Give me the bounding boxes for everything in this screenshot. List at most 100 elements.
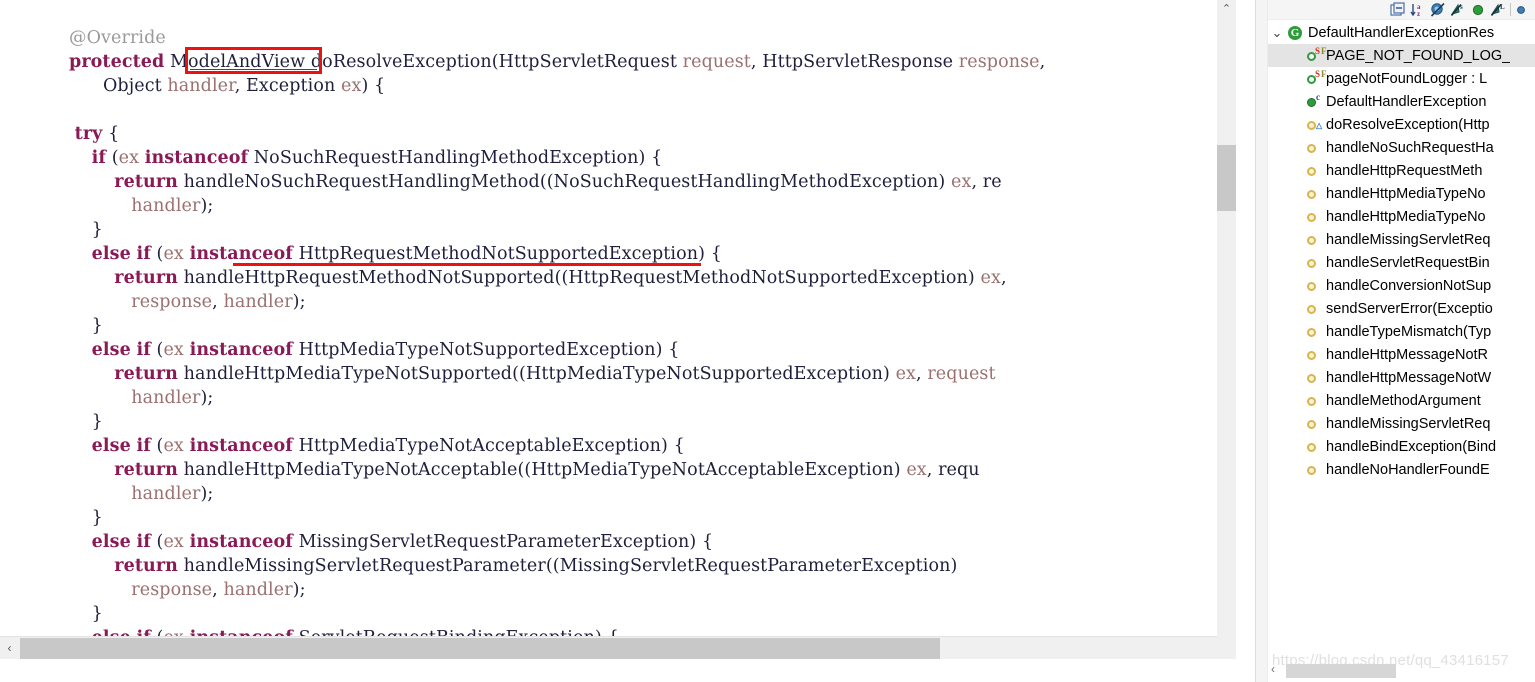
code-line: return handleMissingServletRequestParame…	[52, 554, 1045, 578]
code-line: handler);	[52, 194, 1045, 218]
protected-method-icon	[1304, 276, 1326, 296]
code-token: );	[292, 580, 306, 600]
vertical-scroll-thumb[interactable]	[1217, 145, 1236, 211]
code-token: ex	[163, 436, 184, 456]
outline-item-label: handleHttpMessageNotW	[1326, 369, 1492, 386]
code-token: HttpMediaTypeNotSupportedException) {	[292, 340, 680, 360]
code-token: return	[114, 172, 179, 192]
outline-item-label: handleNoSuchRequestHa	[1326, 139, 1494, 156]
code-line: else if (ex instanceof MissingServletReq…	[52, 530, 1045, 554]
outline-item-label: pageNotFoundLogger : L	[1326, 70, 1488, 87]
code-token: if	[136, 436, 151, 456]
code-token: return	[114, 460, 179, 480]
outline-item[interactable]: handleBindException(Bind	[1268, 435, 1535, 458]
code-token: , re	[971, 172, 1002, 192]
scroll-up-arrow-icon[interactable]: ⌃	[1217, 0, 1236, 19]
code-token: (	[150, 244, 164, 264]
outline-item[interactable]: handleConversionNotSup	[1268, 274, 1535, 297]
code-token: response	[958, 52, 1040, 72]
outline-tree[interactable]: ⌄ G DefaultHandlerExceptionRes S F PAGE_NOT_…	[1268, 21, 1535, 651]
hide-local-types-icon[interactable]: L	[1488, 1, 1507, 19]
code-token: else	[91, 340, 131, 360]
code-token: return	[114, 556, 179, 576]
outline-item[interactable]: handleHttpMediaTypeNo	[1268, 205, 1535, 228]
outline-item[interactable]: handleMissingServletReq	[1268, 228, 1535, 251]
code-token: (	[106, 148, 119, 168]
outline-item-label: handleHttpMessageNotR	[1326, 346, 1489, 363]
outline-item[interactable]: ⌄ G DefaultHandlerExceptionRes	[1268, 21, 1535, 44]
outline-item[interactable]: S F PAGE_NOT_FOUND_LOG_	[1268, 44, 1535, 67]
outline-item[interactable]: handleMethodArgument	[1268, 389, 1535, 412]
collapse-all-icon[interactable]	[1388, 1, 1407, 19]
code-token: , requ	[926, 460, 980, 480]
code-token: request	[927, 364, 996, 384]
protected-method-icon	[1304, 322, 1326, 342]
scroll-left-arrow-icon[interactable]: ‹	[0, 637, 19, 659]
editor-vertical-scrollbar[interactable]: ⌃ ⌄	[1217, 0, 1236, 659]
code-token: handleHttpRequestMethodNotSupported((Htt…	[178, 268, 981, 288]
editor-horizontal-scrollbar[interactable]: ‹ ›	[0, 636, 1236, 659]
code-line: else if (ex instanceof HttpMediaTypeNotS…	[52, 338, 1045, 362]
outline-horizontal-scroll-thumb[interactable]	[1286, 664, 1396, 678]
horizontal-scroll-thumb[interactable]	[20, 638, 940, 659]
protected-method-icon	[1304, 230, 1326, 250]
outline-item[interactable]: handleMissingServletReq	[1268, 412, 1535, 435]
code-token: ex	[951, 172, 972, 192]
outline-item[interactable]: △ doResolveException(Http	[1268, 113, 1535, 136]
outline-item[interactable]: c DefaultHandlerException	[1268, 90, 1535, 113]
outline-item-label: PAGE_NOT_FOUND_LOG_	[1326, 47, 1511, 64]
code-token: ex	[341, 76, 362, 96]
outline-item[interactable]: sendServerError(Exceptio	[1268, 297, 1535, 320]
code-line: Object handler, Exception ex) {	[52, 74, 1045, 98]
outline-item[interactable]: handleHttpMessageNotW	[1268, 366, 1535, 389]
hide-fields-icon[interactable]	[1428, 1, 1447, 19]
outline-item-label: handleTypeMismatch(Typ	[1326, 323, 1492, 340]
code-line: response, handler);	[52, 578, 1045, 602]
sort-alphabetically-icon[interactable]: a z	[1408, 1, 1427, 19]
code-token: ex	[163, 340, 184, 360]
outline-item[interactable]: handleNoHandlerFoundE	[1268, 458, 1535, 481]
code-line: response, handler);	[52, 290, 1045, 314]
outline-item[interactable]: S FpageNotFoundLogger : L	[1268, 67, 1535, 90]
view-menu-icon[interactable]	[1514, 1, 1533, 19]
code-token: );	[200, 196, 214, 216]
chevron-down-icon[interactable]: ⌄	[1268, 26, 1286, 39]
outline-scroll-left-arrow-icon[interactable]: ‹	[1271, 662, 1275, 676]
outline-item[interactable]: handleHttpRequestMeth	[1268, 159, 1535, 182]
svg-text:z: z	[1417, 10, 1420, 18]
code-editor[interactable]: @Override protected ModelAndView doResol…	[0, 0, 1236, 659]
code-token: HttpMediaTypeNotAcceptableException) {	[292, 436, 685, 456]
hide-static-fields-icon[interactable]: s	[1448, 1, 1467, 19]
code-token: instanceof	[144, 148, 249, 168]
hide-non-public-members-icon[interactable]	[1468, 1, 1487, 19]
outline-item[interactable]: handleServletRequestBin	[1268, 251, 1535, 274]
panel-divider[interactable]	[1255, 0, 1268, 682]
code-line: return handleNoSuchRequestHandlingMethod…	[52, 170, 1045, 194]
outline-item[interactable]: handleHttpMediaTypeNo	[1268, 182, 1535, 205]
code-token: (	[150, 436, 164, 456]
outline-item[interactable]: handleNoSuchRequestHa	[1268, 136, 1535, 159]
code-token: MissingServletRequestParameterException)…	[292, 532, 714, 552]
code-token: ,	[212, 292, 224, 312]
code-token: request	[682, 52, 751, 72]
source-code[interactable]: @Override protected ModelAndView doResol…	[52, 26, 1045, 659]
outline-item[interactable]: handleTypeMismatch(Typ	[1268, 320, 1535, 343]
code-token: instanceof	[189, 244, 293, 264]
code-token: return	[114, 268, 179, 288]
outline-item[interactable]: handleHttpMessageNotR	[1268, 343, 1535, 366]
outline-item-label: DefaultHandlerException	[1326, 93, 1487, 110]
code-token: if	[136, 340, 151, 360]
outline-item-label: doResolveException(Http	[1326, 116, 1490, 133]
outline-item-label: handleHttpMediaTypeNo	[1326, 208, 1486, 225]
code-line: }	[52, 218, 1045, 242]
outline-item-label: handleBindException(Bind	[1326, 438, 1497, 455]
code-line: }	[52, 410, 1045, 434]
outline-item-label: handleNoHandlerFoundE	[1326, 461, 1490, 478]
outline-item-label: sendServerError(Exceptio	[1326, 300, 1493, 317]
